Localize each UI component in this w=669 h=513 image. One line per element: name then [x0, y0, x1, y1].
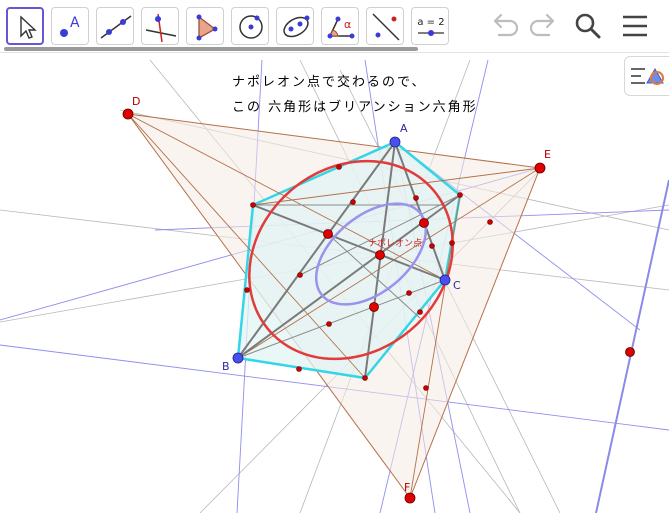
perpendicular-tool[interactable]: [141, 7, 179, 45]
polygon-tool[interactable]: [186, 7, 224, 45]
undo-button[interactable]: [487, 8, 523, 44]
redo-icon: [529, 13, 555, 37]
line-through-points-icon: [100, 15, 132, 39]
caption-line-1: ナポレオン点で交わるので、: [232, 75, 427, 90]
right-blue-line: [595, 179, 669, 513]
move-tool[interactable]: [6, 7, 44, 45]
reflect-about-line-icon: [372, 13, 400, 41]
label-B: B: [222, 360, 230, 373]
circle-center-point-icon: [239, 15, 263, 39]
point-C[interactable]: [439, 274, 451, 286]
reflect-tool[interactable]: [366, 7, 404, 45]
point-A-icon: A: [60, 15, 80, 37]
point-tool[interactable]: A: [51, 7, 89, 45]
point-E[interactable]: [534, 162, 546, 174]
caption-line-2: この 六角形はブリアンション六角形: [232, 100, 478, 115]
line-tool[interactable]: [96, 7, 134, 45]
point-F[interactable]: [404, 492, 416, 504]
point-A[interactable]: [389, 136, 401, 148]
angle-tool[interactable]: α: [321, 7, 359, 45]
search-icon: [575, 13, 601, 39]
svg-text:a = 2: a = 2: [417, 17, 444, 28]
point-B[interactable]: [232, 352, 244, 364]
toolbar: A α a = 2: [0, 0, 669, 50]
ellipse-icon: [283, 15, 310, 38]
circle-tool[interactable]: [231, 7, 269, 45]
perpendicular-line-icon: [145, 13, 177, 43]
label-F: F: [404, 481, 410, 494]
redo-button[interactable]: [525, 8, 561, 44]
main-menu-button[interactable]: [617, 8, 653, 44]
algebra-view-toggle-icon: [631, 67, 664, 85]
conic-tool[interactable]: [276, 7, 314, 45]
slider-icon: a = 2: [417, 17, 445, 36]
undo-icon: [493, 13, 519, 37]
polygon-icon: [196, 14, 218, 41]
svg-text:α: α: [344, 18, 351, 31]
algebra-view-toggle[interactable]: [624, 56, 669, 96]
label-D: D: [132, 95, 140, 108]
toolbar-divider: [0, 52, 669, 53]
angle-alpha-icon: α: [327, 16, 355, 39]
slider-tool[interactable]: a = 2: [411, 7, 449, 45]
label-E: E: [544, 148, 551, 161]
label-napoleon-point: ナポレオン点: [368, 238, 422, 249]
cursor-arrow-icon: [20, 15, 37, 39]
label-C: C: [453, 279, 461, 292]
search-button[interactable]: [570, 8, 606, 44]
label-A: A: [400, 122, 408, 135]
hamburger-menu-icon: [623, 15, 647, 37]
svg-text:A: A: [70, 15, 80, 31]
toolbar-scrollbar[interactable]: [4, 47, 418, 51]
point-D[interactable]: [122, 108, 134, 120]
